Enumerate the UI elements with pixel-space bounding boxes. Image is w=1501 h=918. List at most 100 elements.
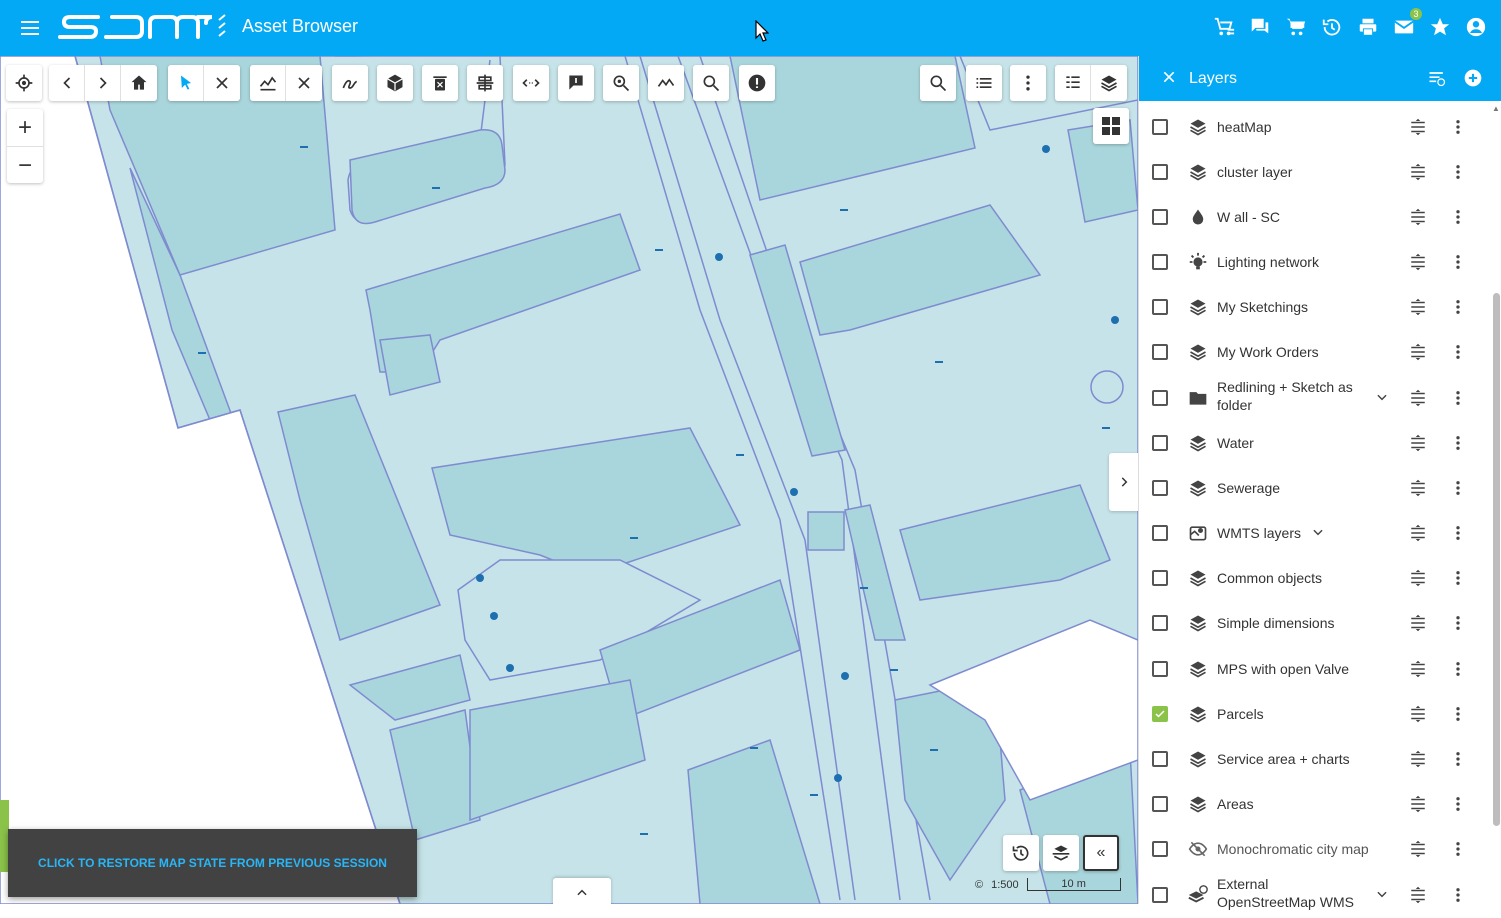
layer-row[interactable]: heatMap xyxy=(1139,105,1494,150)
opacity-icon[interactable] xyxy=(1409,389,1427,412)
layer-row[interactable]: Monochromatic city map xyxy=(1139,827,1494,872)
opacity-icon[interactable] xyxy=(1409,253,1427,276)
basemap-grid-button[interactable] xyxy=(1093,108,1129,144)
more-icon[interactable] xyxy=(1449,795,1467,818)
layer-row[interactable]: MPS with open Valve xyxy=(1139,647,1494,692)
layer-row[interactable]: External OpenStreetMap WMS xyxy=(1139,873,1494,918)
opacity-icon[interactable] xyxy=(1409,434,1427,457)
copyright-icon[interactable]: © xyxy=(975,879,983,891)
opacity-icon[interactable] xyxy=(1409,208,1427,231)
layer-row[interactable]: Service area + charts xyxy=(1139,737,1494,782)
layer-row[interactable]: Areas xyxy=(1139,782,1494,827)
search-icon[interactable] xyxy=(920,65,956,101)
chat-icon[interactable] xyxy=(1247,14,1273,40)
collapse-panel-button[interactable]: « xyxy=(1083,835,1119,871)
layer-row[interactable]: cluster layer xyxy=(1139,150,1494,195)
more-icon[interactable] xyxy=(1449,569,1467,592)
line-tool-icon[interactable] xyxy=(648,65,684,101)
more-icon[interactable] xyxy=(1449,163,1467,186)
layer-row[interactable]: My Work Orders xyxy=(1139,330,1494,375)
map-view[interactable]: + − CLICK TO RESTORE MAP STATE FROM PREV… xyxy=(0,56,1138,904)
layer-checkbox[interactable] xyxy=(1152,887,1168,903)
opacity-icon[interactable] xyxy=(1409,118,1427,141)
more-icon[interactable] xyxy=(1449,705,1467,728)
map-search-icon[interactable] xyxy=(693,65,729,101)
zoom-out-button[interactable]: − xyxy=(7,147,43,184)
mail-icon[interactable]: 3 xyxy=(1391,14,1417,40)
cart-list-icon[interactable] xyxy=(1211,14,1237,40)
account-icon[interactable] xyxy=(1463,14,1489,40)
sketch-icon[interactable] xyxy=(332,65,368,101)
more-icon[interactable] xyxy=(1010,65,1046,101)
zoom-search-icon[interactable] xyxy=(603,65,639,101)
layer-checkbox[interactable] xyxy=(1152,751,1168,767)
more-icon[interactable] xyxy=(1449,660,1467,683)
chart-profile-icon[interactable] xyxy=(250,65,286,101)
opacity-icon[interactable] xyxy=(1409,886,1427,909)
chevron-down-icon[interactable] xyxy=(1375,390,1389,409)
layer-row[interactable]: Parcels xyxy=(1139,692,1494,737)
layer-row[interactable]: Sewerage xyxy=(1139,466,1494,511)
layer-checkbox[interactable] xyxy=(1152,615,1168,631)
opacity-icon[interactable] xyxy=(1409,795,1427,818)
measure-icon[interactable] xyxy=(513,65,549,101)
cart-icon[interactable] xyxy=(1283,14,1309,40)
layer-checkbox[interactable] xyxy=(1152,390,1168,406)
layer-checkbox[interactable] xyxy=(1152,706,1168,722)
home-icon[interactable] xyxy=(121,65,157,101)
delete-icon[interactable] xyxy=(422,65,458,101)
layer-row[interactable]: Lighting network xyxy=(1139,240,1494,285)
more-icon[interactable] xyxy=(1449,750,1467,773)
layer-checkbox[interactable] xyxy=(1152,661,1168,677)
report-icon[interactable] xyxy=(558,65,594,101)
restore-session-toast[interactable]: CLICK TO RESTORE MAP STATE FROM PREVIOUS… xyxy=(8,829,417,897)
more-icon[interactable] xyxy=(1449,389,1467,412)
opacity-icon[interactable] xyxy=(1409,569,1427,592)
panel-toggle-button[interactable] xyxy=(1109,453,1138,511)
opacity-icon[interactable] xyxy=(1409,479,1427,502)
opacity-icon[interactable] xyxy=(1409,343,1427,366)
opacity-icon[interactable] xyxy=(1409,750,1427,773)
legend-icon[interactable] xyxy=(1055,65,1091,101)
more-icon[interactable] xyxy=(1449,343,1467,366)
more-icon[interactable] xyxy=(1449,298,1467,321)
layer-row[interactable]: Redlining + Sketch as folder xyxy=(1139,376,1494,421)
star-icon[interactable] xyxy=(1427,14,1453,40)
opacity-icon[interactable] xyxy=(1409,524,1427,547)
history-icon[interactable] xyxy=(1319,14,1345,40)
layer-checkbox[interactable] xyxy=(1152,525,1168,541)
alert-icon[interactable] xyxy=(739,65,775,101)
locate-icon[interactable] xyxy=(6,65,42,101)
add-layer-icon[interactable] xyxy=(1463,68,1483,93)
layer-checkbox[interactable] xyxy=(1152,841,1168,857)
chevron-down-icon[interactable] xyxy=(1375,887,1389,906)
opacity-icon[interactable] xyxy=(1409,163,1427,186)
more-icon[interactable] xyxy=(1449,253,1467,276)
opacity-icon[interactable] xyxy=(1409,840,1427,863)
layer-checkbox[interactable] xyxy=(1152,796,1168,812)
layer-checkbox[interactable] xyxy=(1152,299,1168,315)
more-icon[interactable] xyxy=(1449,118,1467,141)
more-icon[interactable] xyxy=(1449,208,1467,231)
chevron-down-icon[interactable] xyxy=(1311,525,1325,544)
filter-list-icon[interactable] xyxy=(1427,68,1447,93)
opacity-icon[interactable] xyxy=(1409,660,1427,683)
layers-scrollbar[interactable] xyxy=(1493,293,1500,826)
layer-row[interactable]: W all - SC xyxy=(1139,195,1494,240)
opacity-icon[interactable] xyxy=(1409,614,1427,637)
split-icon[interactable] xyxy=(467,65,503,101)
layer-checkbox[interactable] xyxy=(1152,209,1168,225)
scroll-up-arrow-icon[interactable]: ▲ xyxy=(1492,104,1500,113)
clear-select-icon[interactable] xyxy=(204,65,240,101)
map-history-button[interactable] xyxy=(1003,835,1039,871)
layer-checkbox[interactable] xyxy=(1152,435,1168,451)
forward-icon[interactable] xyxy=(85,65,121,101)
opacity-icon[interactable] xyxy=(1409,298,1427,321)
layer-row[interactable]: Common objects xyxy=(1139,556,1494,601)
layer-checkbox[interactable] xyxy=(1152,570,1168,586)
layer-checkbox[interactable] xyxy=(1152,164,1168,180)
zoom-in-button[interactable]: + xyxy=(7,109,43,147)
bottom-expand-button[interactable] xyxy=(553,878,611,904)
clear-profile-icon[interactable] xyxy=(286,65,322,101)
layer-row[interactable]: Water xyxy=(1139,421,1494,466)
